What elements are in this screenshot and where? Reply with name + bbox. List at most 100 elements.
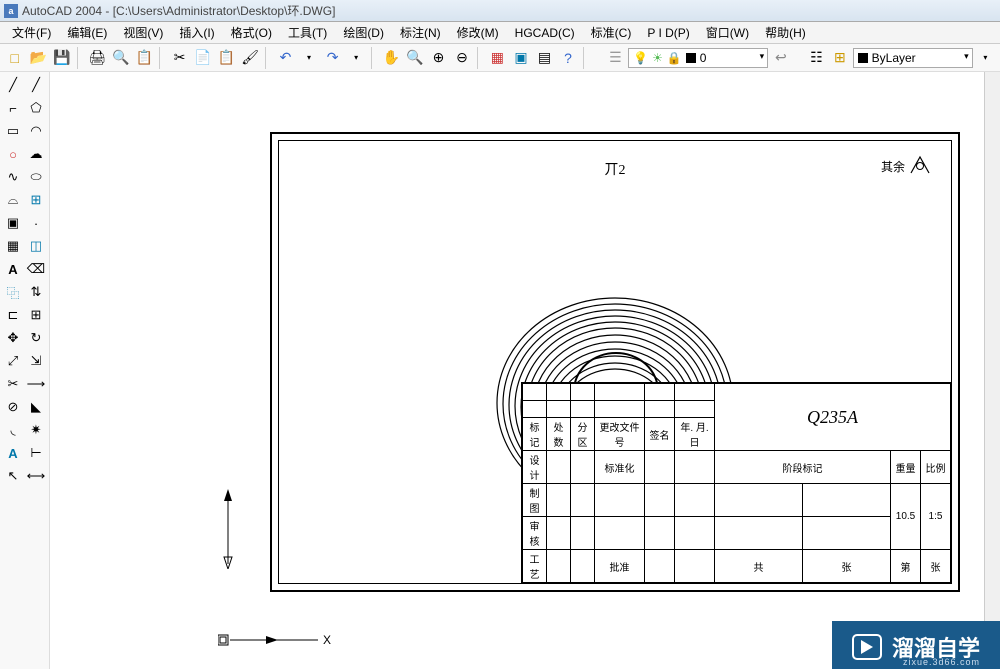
xline-tool[interactable]: ╱	[25, 74, 47, 96]
workspace: ╱ ╱ ⌐ ⬠ ▭ ◠ ○ ☁ ∿ ⬭ ⌓ ⊞ ▣ · ▦ ◫ A ⌫ ⿻ ⇅ …	[0, 72, 1000, 669]
menu-pid[interactable]: P I D(P)	[639, 24, 697, 42]
menu-bar: 文件(F) 编辑(E) 视图(V) 插入(I) 格式(O) 工具(T) 绘图(D…	[0, 22, 1000, 44]
mirror-tool[interactable]: ⇅	[25, 281, 47, 303]
copy-button[interactable]: 📄	[192, 47, 214, 69]
move-tool[interactable]: ✥	[2, 327, 24, 349]
copy-tool[interactable]: ⿻	[2, 281, 24, 303]
dim2-tool[interactable]: ⊢	[25, 442, 47, 464]
scale-tool[interactable]: ⤢	[2, 350, 24, 372]
menu-edit[interactable]: 编辑(E)	[59, 22, 115, 43]
stretch-tool[interactable]: ⇲	[25, 350, 47, 372]
redo-drop[interactable]: ▾	[345, 47, 367, 69]
help-button[interactable]: ?	[557, 47, 579, 69]
undo-drop[interactable]: ▾	[298, 47, 320, 69]
app-icon: a	[4, 4, 18, 18]
layer-current: 0	[700, 51, 707, 65]
drawing-frame-inner: 丌2 其余	[278, 140, 952, 584]
dcenter-button[interactable]: ▣	[510, 47, 532, 69]
play-icon	[852, 634, 882, 660]
menu-view[interactable]: 视图(V)	[115, 22, 171, 43]
pline-tool[interactable]: ⌐	[2, 97, 24, 119]
ucs-icon: X	[218, 611, 338, 651]
cut-button[interactable]: ✂	[169, 47, 191, 69]
trim-tool[interactable]: ✂	[2, 373, 24, 395]
extend-tool[interactable]: ⟶	[25, 373, 47, 395]
title-bar: a AutoCAD 2004 - [C:\Users\Administrator…	[0, 0, 1000, 22]
paste-button[interactable]: 📋	[216, 47, 238, 69]
menu-window[interactable]: 窗口(W)	[698, 22, 757, 43]
menu-file[interactable]: 文件(F)	[4, 22, 59, 43]
rect-tool[interactable]: ▭	[2, 120, 24, 142]
circle-tool[interactable]: ○	[2, 143, 24, 165]
new-button[interactable]: □	[4, 47, 26, 69]
polygon-tool[interactable]: ⬠	[25, 97, 47, 119]
menu-tools[interactable]: 工具(T)	[280, 22, 335, 43]
draw-modify-toolbar: ╱ ╱ ⌐ ⬠ ▭ ◠ ○ ☁ ∿ ⬭ ⌓ ⊞ ▣ · ▦ ◫ A ⌫ ⿻ ⇅ …	[0, 72, 50, 669]
lt-mgr2[interactable]: ⊞	[829, 47, 851, 69]
pan-button[interactable]: ✋	[381, 47, 403, 69]
zoom-rt-button[interactable]: 🔍	[404, 47, 426, 69]
explode-tool[interactable]: ✷	[25, 419, 47, 441]
linetype-dropdown[interactable]: ByLayer	[853, 48, 973, 68]
leader-tool[interactable]: ↖	[2, 465, 24, 487]
menu-insert[interactable]: 插入(I)	[171, 22, 222, 43]
ellipsearc-tool[interactable]: ⌓	[2, 189, 24, 211]
window-title: AutoCAD 2004 - [C:\Users\Administrator\D…	[22, 2, 335, 19]
arc-tool[interactable]: ◠	[25, 120, 47, 142]
spline-tool[interactable]: ∿	[2, 166, 24, 188]
menu-standard[interactable]: 标准(C)	[583, 22, 640, 43]
ellipse-tool[interactable]: ⬭	[25, 166, 47, 188]
lt-mgr1[interactable]: ☷	[806, 47, 828, 69]
match-button[interactable]: 🖌	[239, 47, 261, 69]
print-button[interactable]: 🖨	[86, 47, 108, 69]
chamfer-tool[interactable]: ◣	[25, 396, 47, 418]
menu-help[interactable]: 帮助(H)	[757, 22, 814, 43]
revcloud-tool[interactable]: ☁	[25, 143, 47, 165]
point-tool[interactable]: ·	[25, 212, 47, 234]
erase-tool[interactable]: ⌫	[25, 258, 47, 280]
brand-url: zixue.3d66.com	[903, 657, 980, 667]
layer-mgr-button[interactable]: ☰	[605, 47, 627, 69]
zoom-prev-button[interactable]: ⊖	[451, 47, 473, 69]
menu-dimension[interactable]: 标注(N)	[392, 22, 449, 43]
surface-finish-icon	[909, 155, 931, 177]
hatch-tool[interactable]: ▦	[2, 235, 24, 257]
preview-button[interactable]: 🔍	[110, 47, 132, 69]
line-tool[interactable]: ╱	[2, 74, 24, 96]
lt-drop[interactable]: ▾	[975, 47, 997, 69]
layer-dropdown[interactable]: 💡☀🔒 0	[628, 48, 768, 68]
menu-modify[interactable]: 修改(M)	[449, 22, 507, 43]
menu-hgcad[interactable]: HGCAD(C)	[507, 24, 583, 42]
publish-button[interactable]: 📋	[133, 47, 155, 69]
zoom-win-button[interactable]: ⊕	[428, 47, 450, 69]
surface-finish-note: 其余	[881, 155, 931, 177]
redo-button[interactable]: ↷	[322, 47, 344, 69]
layer-prev-button[interactable]: ↩	[770, 47, 792, 69]
insert-tool[interactable]: ⊞	[25, 189, 47, 211]
menu-draw[interactable]: 绘图(D)	[335, 22, 392, 43]
open-button[interactable]: 📂	[28, 47, 50, 69]
save-button[interactable]: 💾	[51, 47, 73, 69]
dim-tool[interactable]: A	[2, 442, 24, 464]
watermark-brand: 溜溜自学 zixue.3d66.com	[832, 621, 1000, 669]
break-tool[interactable]: ⊘	[2, 396, 24, 418]
top-annotation: 丌2	[605, 159, 626, 179]
menu-format[interactable]: 格式(O)	[223, 22, 280, 43]
measure-tool[interactable]: ⟷	[25, 465, 47, 487]
standard-toolbar: □ 📂 💾 🖨 🔍 📋 ✂ 📄 📋 🖌 ↶ ▾ ↷ ▾ ✋ 🔍 ⊕ ⊖ ▦ ▣ …	[0, 44, 1000, 72]
array-tool[interactable]: ⊞	[25, 304, 47, 326]
north-arrow-icon	[218, 489, 238, 569]
rotate-tool[interactable]: ↻	[25, 327, 47, 349]
undo-button[interactable]: ↶	[275, 47, 297, 69]
drawing-canvas[interactable]: X 丌2 其余	[50, 72, 984, 669]
drawing-frame: 丌2 其余	[270, 132, 960, 592]
mtext-tool[interactable]: A	[2, 258, 24, 280]
region-tool[interactable]: ◫	[25, 235, 47, 257]
offset-tool[interactable]: ⊏	[2, 304, 24, 326]
title-block: Q235A 标记 处数 分区 更改文件号 签名 年. 月. 日	[521, 382, 951, 583]
props-button[interactable]: ▦	[487, 47, 509, 69]
fillet-tool[interactable]: ◟	[2, 419, 24, 441]
tool-pal-button[interactable]: ▤	[534, 47, 556, 69]
vertical-scrollbar[interactable]	[984, 72, 1000, 669]
block-tool[interactable]: ▣	[2, 212, 24, 234]
